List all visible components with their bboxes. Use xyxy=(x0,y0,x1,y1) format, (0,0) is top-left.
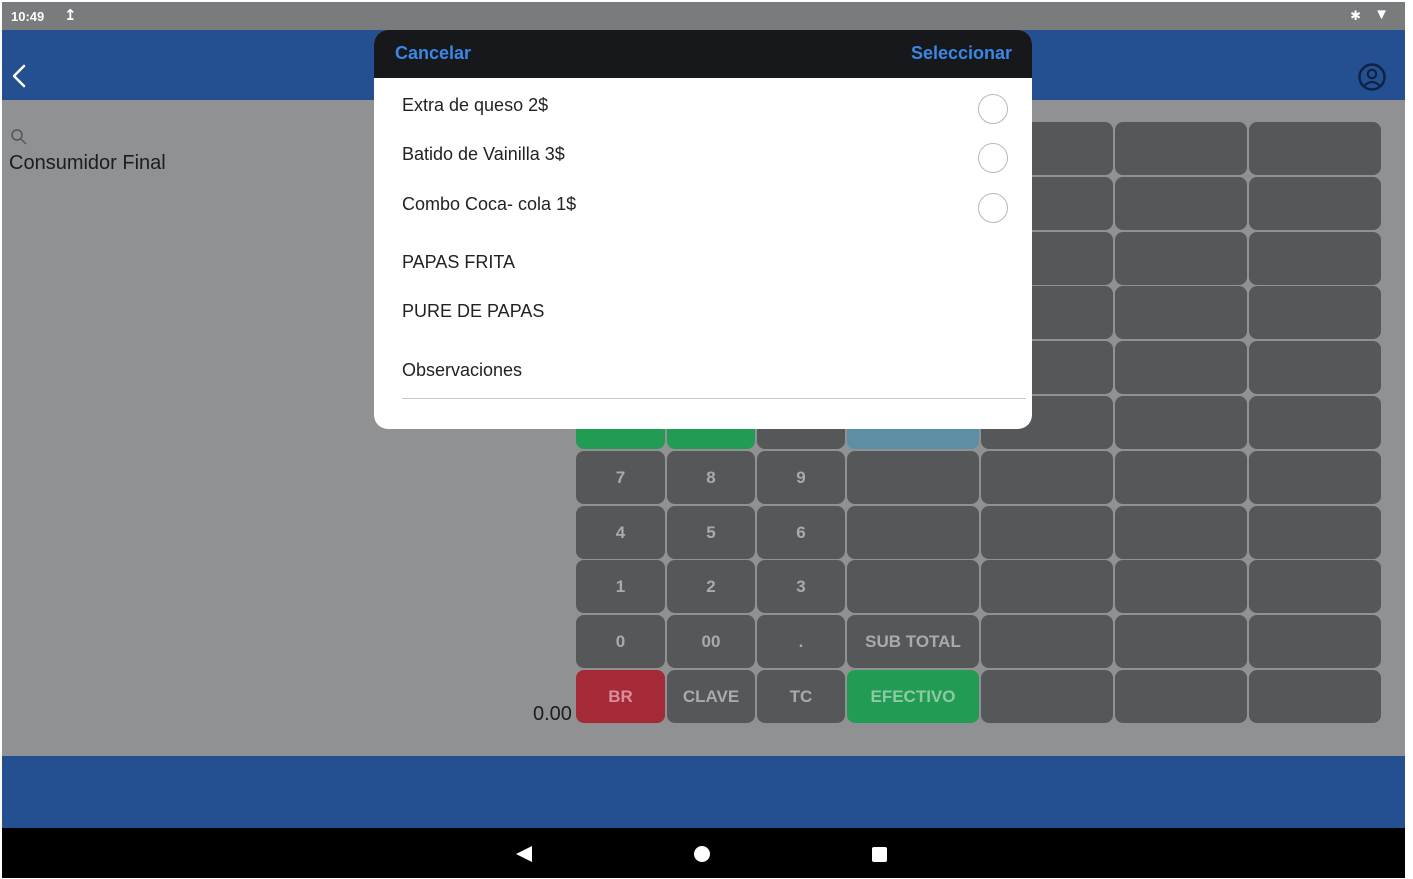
item-label[interactable]: PURE DE PAPAS xyxy=(402,301,544,322)
keypad-key[interactable]: EFECTIVO xyxy=(847,670,979,723)
keypad-key[interactable]: 7 xyxy=(576,451,665,504)
total-amount: 0.00 xyxy=(533,703,572,725)
search-icon[interactable] xyxy=(10,128,28,146)
keypad-key[interactable]: 0 xyxy=(576,615,665,668)
option-radio[interactable] xyxy=(978,94,1008,124)
keypad-key[interactable] xyxy=(847,560,979,613)
keypad-key[interactable] xyxy=(1249,232,1381,285)
keypad-key[interactable] xyxy=(1115,122,1247,175)
keypad-key[interactable]: 00 xyxy=(667,615,755,668)
option-label: Batido de Vainilla 3$ xyxy=(402,144,565,164)
keypad-key[interactable] xyxy=(1115,341,1247,394)
keypad-key[interactable]: . xyxy=(757,615,845,668)
keypad-key[interactable] xyxy=(1249,451,1381,504)
account-button[interactable] xyxy=(1357,62,1387,92)
keypad-key[interactable] xyxy=(1249,506,1381,559)
bluetooth-icon: ✱ xyxy=(1350,8,1361,23)
keypad-key[interactable]: 5 xyxy=(667,506,755,559)
wifi-icon: ▼ xyxy=(1374,6,1389,23)
keypad-key[interactable] xyxy=(1115,396,1247,449)
nav-home-icon[interactable] xyxy=(694,846,710,862)
item-label[interactable]: PAPAS FRITA xyxy=(402,252,515,273)
customer-name[interactable]: Consumidor Final xyxy=(9,152,166,175)
keypad-key[interactable] xyxy=(1115,232,1247,285)
keypad-key[interactable] xyxy=(981,615,1113,668)
keypad-key[interactable]: TC xyxy=(757,670,845,723)
option-radio[interactable] xyxy=(978,143,1008,173)
keypad-key[interactable] xyxy=(1249,396,1381,449)
keypad-key[interactable] xyxy=(1249,615,1381,668)
select-button[interactable]: Seleccionar xyxy=(911,43,1012,64)
keypad-key[interactable] xyxy=(1115,560,1247,613)
keypad-key[interactable] xyxy=(1249,670,1381,723)
nav-back-icon[interactable] xyxy=(516,846,532,862)
option-row[interactable]: Batido de Vainilla 3$ xyxy=(374,127,1032,176)
option-row[interactable]: Combo Coca- cola 1$ xyxy=(374,177,1032,226)
modal-header: Cancelar Seleccionar xyxy=(374,30,1032,78)
status-bar: 10:49 ↥ ✱ ▼ xyxy=(2,2,1405,30)
keypad-key[interactable] xyxy=(1249,122,1381,175)
keypad-key[interactable] xyxy=(847,451,979,504)
status-time: 10:49 xyxy=(11,9,45,24)
keypad-key[interactable]: 8 xyxy=(667,451,755,504)
cancel-button[interactable]: Cancelar xyxy=(395,43,471,64)
bottom-bar xyxy=(2,756,1405,828)
system-nav-bar xyxy=(2,828,1405,878)
keypad-key[interactable] xyxy=(981,670,1113,723)
keypad-key[interactable]: 3 xyxy=(757,560,845,613)
keypad-key[interactable]: 6 xyxy=(757,506,845,559)
account-circle-icon xyxy=(1358,63,1386,91)
keypad-key[interactable]: BR xyxy=(576,670,665,723)
option-label: Combo Coca- cola 1$ xyxy=(402,194,577,214)
keypad-key[interactable] xyxy=(1115,177,1247,230)
upload-icon: ↥ xyxy=(64,7,77,24)
keypad-key[interactable]: SUB TOTAL xyxy=(847,615,979,668)
keypad-key[interactable] xyxy=(1115,506,1247,559)
keypad-key[interactable] xyxy=(1115,670,1247,723)
option-row[interactable]: Extra de queso 2$ xyxy=(374,78,1032,127)
keypad-key[interactable] xyxy=(1115,286,1247,339)
observations-input[interactable] xyxy=(402,398,1026,399)
option-label: Extra de queso 2$ xyxy=(402,95,549,115)
keypad-key[interactable] xyxy=(1249,177,1381,230)
back-button[interactable] xyxy=(8,60,32,92)
modal-body: Extra de queso 2$ Batido de Vainilla 3$ … xyxy=(374,78,1032,429)
keypad-key[interactable] xyxy=(1249,341,1381,394)
keypad-key[interactable]: CLAVE xyxy=(667,670,755,723)
keypad-key[interactable] xyxy=(1115,615,1247,668)
keypad-key[interactable] xyxy=(981,560,1113,613)
observations-label: Observaciones xyxy=(402,360,523,380)
keypad-key[interactable]: 1 xyxy=(576,560,665,613)
option-radio[interactable] xyxy=(978,193,1008,223)
keypad-key[interactable] xyxy=(981,451,1113,504)
keypad-key[interactable] xyxy=(1249,286,1381,339)
keypad-key[interactable] xyxy=(1249,560,1381,613)
keypad-key[interactable]: 9 xyxy=(757,451,845,504)
keypad-key[interactable] xyxy=(847,506,979,559)
app-screen: 10:49 ↥ ✱ ▼ Consumidor Final 0.00 789 456… xyxy=(2,2,1405,878)
nav-recents-icon[interactable] xyxy=(872,847,887,862)
options-modal: Cancelar Seleccionar Extra de queso 2$ B… xyxy=(374,30,1032,429)
keypad-key[interactable] xyxy=(1115,451,1247,504)
keypad-key[interactable] xyxy=(981,506,1113,559)
chevron-left-icon xyxy=(12,64,26,88)
keypad-key[interactable]: 4 xyxy=(576,506,665,559)
keypad-key[interactable]: 2 xyxy=(667,560,755,613)
